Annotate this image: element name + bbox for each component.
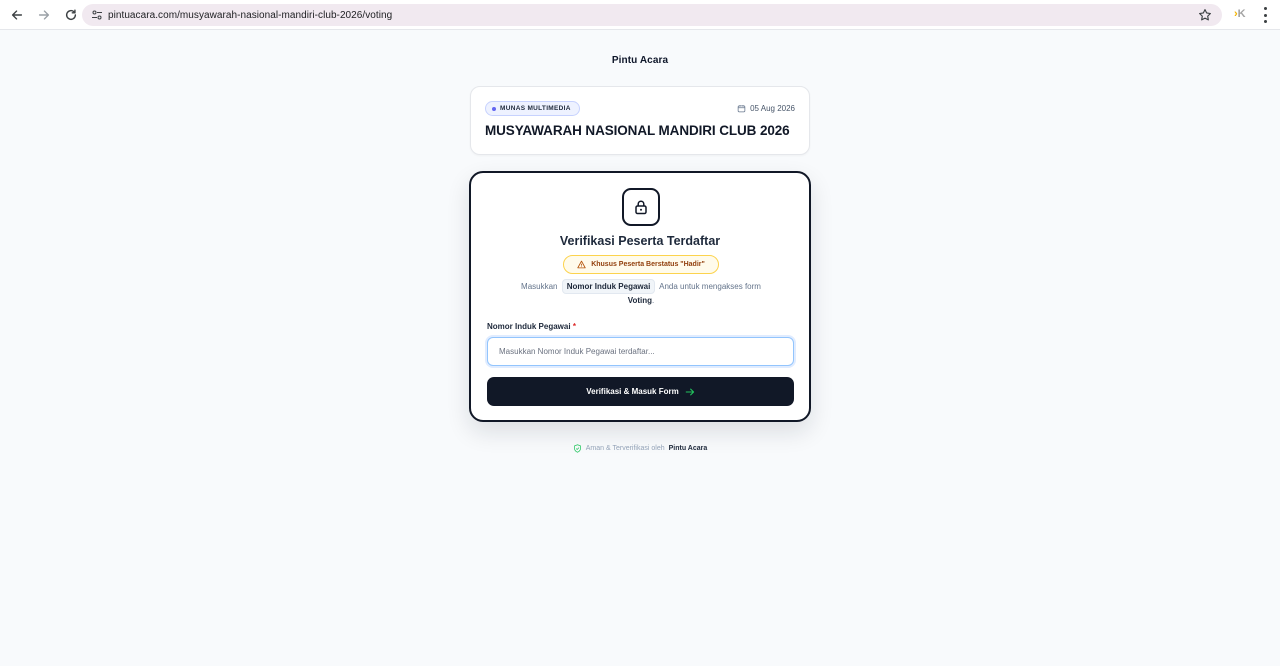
url-text[interactable]: pintuacara.com/musyawarah-nasional-mandi… (108, 10, 392, 21)
forward-arrow-icon[interactable] (32, 3, 56, 27)
event-date-text: 05 Aug 2026 (750, 104, 795, 113)
instruction-highlight: Nomor Induk Pegawai (561, 279, 656, 294)
address-bar[interactable]: pintuacara.com/musyawarah-nasional-mandi… (82, 4, 1222, 26)
lock-icon (622, 188, 660, 226)
verification-title: Verifikasi Peserta Terdaftar (559, 234, 721, 248)
event-card: MUNAS MULTIMEDIA 05 Aug 2026 MUSYAWARAH … (470, 86, 810, 155)
verify-submit-button[interactable]: Verifikasi & Masuk Form (487, 377, 794, 406)
footer-note-text: Aman & Terverifikasi oleh (585, 445, 665, 452)
star-icon[interactable] (1198, 8, 1212, 22)
browser-toolbar: pintuacara.com/musyawarah-nasional-mandi… (0, 0, 1280, 30)
kebab-menu-icon[interactable] (1258, 7, 1272, 23)
category-label: MUNAS MULTIMEDIA (500, 105, 571, 112)
calendar-icon (737, 105, 746, 113)
nip-input[interactable] (487, 337, 794, 366)
instruction-suffix: . (652, 296, 655, 305)
extension-icon[interactable]: ›K (1234, 8, 1246, 20)
event-title: MUSYAWARAH NASIONAL MANDIRI CLUB 2026 (485, 123, 790, 138)
submit-label: Verifikasi & Masuk Form (586, 387, 679, 396)
required-mark: * (572, 322, 576, 331)
brand-logo: Pintu Acara (611, 55, 669, 66)
verification-card: Verifikasi Peserta Terdaftar Khusus Pese… (469, 171, 811, 422)
warning-triangle-icon (577, 260, 586, 269)
category-badge: MUNAS MULTIMEDIA (485, 101, 580, 116)
reload-icon[interactable] (59, 3, 83, 27)
event-date: 05 Aug 2026 (737, 104, 795, 113)
instruction-prefix: Masukkan (521, 282, 558, 291)
status-notice-badge: Khusus Peserta Berstatus "Hadir" (563, 255, 719, 274)
security-footer: Aman & Terverifikasi oleh Pintu Acara (0, 444, 1280, 453)
nip-label-text: Nomor Induk Pegawai (487, 322, 571, 331)
instruction-text: Masukkan Nomor Induk Pegawai Anda untuk … (501, 279, 781, 307)
instruction-form-name: Voting (627, 296, 653, 305)
instruction-middle: Anda untuk mengakses form (659, 282, 761, 291)
shield-check-icon (573, 444, 581, 453)
status-notice-text: Khusus Peserta Berstatus "Hadir" (591, 261, 705, 268)
dot-icon (492, 106, 496, 111)
tune-icon[interactable] (86, 9, 108, 21)
back-arrow-icon[interactable] (5, 3, 29, 27)
footer-brand: Pintu Acara (668, 445, 708, 452)
nip-field-label: Nomor Induk Pegawai * (487, 322, 576, 331)
arrow-right-icon (685, 388, 694, 395)
